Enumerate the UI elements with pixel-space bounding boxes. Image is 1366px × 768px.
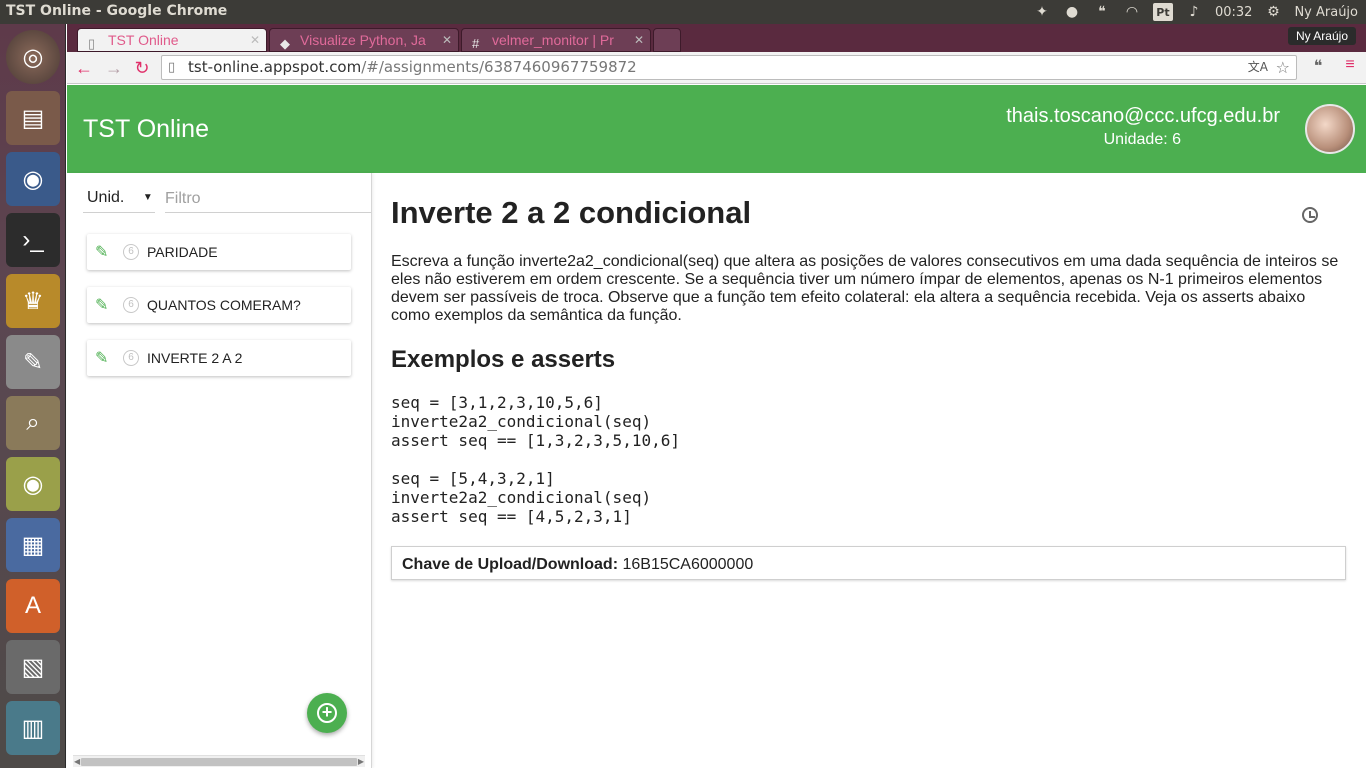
ubuntu-dash-icon[interactable]: ◎ xyxy=(6,30,60,84)
assignment-detail: Inverte 2 a 2 condicional Escreva a funç… xyxy=(391,173,1346,768)
tab-velmer-monitor[interactable]: # velmer_monitor | Pr ✕ xyxy=(461,28,651,52)
user-email: thais.toscano@ccc.ufcg.edu.br xyxy=(1006,105,1280,127)
unit-badge: 6 xyxy=(123,297,139,313)
writer-icon[interactable]: ▦ xyxy=(6,518,60,572)
software-center-icon[interactable]: A xyxy=(6,579,60,633)
teapot-icon[interactable]: ♛ xyxy=(6,274,60,328)
unit-select-value: Unid. xyxy=(87,189,125,206)
chat-icon[interactable]: ❝ xyxy=(1093,3,1111,21)
close-icon[interactable]: ✕ xyxy=(250,29,260,51)
page-icon: ▯ xyxy=(88,36,96,51)
close-icon[interactable]: ✕ xyxy=(634,29,644,51)
tab-title: Visualize Python, Ja xyxy=(300,32,426,48)
unit-select[interactable]: Unid. ▼ xyxy=(87,189,153,207)
assignment-card[interactable]: ✎ 6 INVERTE 2 A 2 xyxy=(87,340,351,376)
hash-icon: # xyxy=(472,36,480,51)
python-icon: ◆ xyxy=(280,36,290,51)
url-host: tst-online.appspot.com xyxy=(188,58,362,76)
close-icon[interactable]: ✕ xyxy=(442,29,452,51)
bookmark-star-icon[interactable]: ☆ xyxy=(1276,56,1290,79)
scrollbar-thumb[interactable] xyxy=(81,758,357,766)
clock-icon[interactable] xyxy=(1302,207,1318,223)
assignment-label: QUANTOS COMERAM? xyxy=(147,297,301,313)
gear-icon[interactable]: ⚙ xyxy=(1264,3,1282,21)
url-path: /#/assignments/6387460967759872 xyxy=(361,58,637,76)
app-header: TST Online thais.toscano@ccc.ufcg.edu.br… xyxy=(67,85,1366,173)
profile-chip[interactable]: Ny Araújo xyxy=(1287,27,1356,45)
user-unit: Unidade: 6 xyxy=(1103,131,1181,148)
wifi-icon[interactable]: ◠ xyxy=(1123,3,1141,21)
trash-icon[interactable]: ▥ xyxy=(6,701,60,755)
image-viewer-icon[interactable]: ⌕ xyxy=(6,396,60,450)
avatar[interactable] xyxy=(1305,104,1355,154)
assignment-card[interactable]: ✎ 6 QUANTOS COMERAM? xyxy=(87,287,351,323)
assignment-description: Escreva a função inverte2a2_condicional(… xyxy=(391,253,1339,324)
workspace-icon[interactable]: ▧ xyxy=(6,640,60,694)
assignment-label: INVERTE 2 A 2 xyxy=(147,350,243,366)
new-tab-button[interactable] xyxy=(653,28,681,52)
assignment-label: PARIDADE xyxy=(147,244,218,260)
keyboard-layout-indicator[interactable]: Pt xyxy=(1152,3,1173,21)
tab-title: velmer_monitor | Pr xyxy=(492,32,614,48)
chrome-launcher-icon[interactable]: ◉ xyxy=(6,152,60,206)
translate-icon[interactable]: 文A xyxy=(1248,56,1268,79)
tab-visualize-python[interactable]: ◆ Visualize Python, Ja ✕ xyxy=(269,28,459,52)
pencil-icon[interactable]: ✎ xyxy=(95,348,113,368)
upload-key-label: Chave de Upload/Download: xyxy=(402,556,619,573)
upload-key-box: Chave de Upload/Download: 16B15CA6000000 xyxy=(391,546,1346,580)
chrome-tray-icon[interactable]: ● xyxy=(1063,3,1081,21)
pencil-icon[interactable]: ✎ xyxy=(95,242,113,262)
forward-arrow-icon[interactable]: → xyxy=(103,57,125,79)
tab-strip: ▯ TST Online ✕ ◆ Visualize Python, Ja ✕ … xyxy=(77,26,683,52)
assignment-title: Inverte 2 a 2 condicional xyxy=(391,195,752,230)
volume-icon[interactable]: ♪ xyxy=(1185,3,1203,21)
browser-toolbar: ← → ↻ ▯ tst-online.appspot.com/#/assignm… xyxy=(67,52,1366,84)
dropbox-icon[interactable]: ✦ xyxy=(1033,3,1051,21)
assignment-sidebar: Unid. ▼ ✎ 6 PARIDADE ✎ 6 QUANTOS COMERAM… xyxy=(67,173,372,768)
app-title[interactable]: TST Online xyxy=(83,115,209,144)
tab-title: TST Online xyxy=(108,32,179,48)
horizontal-scrollbar[interactable]: ◀ ▶ xyxy=(73,755,365,767)
pencil-icon[interactable]: ✎ xyxy=(95,295,113,315)
scroll-right-arrow-icon[interactable]: ▶ xyxy=(358,757,364,766)
text-editor-icon[interactable]: ✎ xyxy=(6,335,60,389)
os-top-panel: TST Online - Google Chrome ✦ ● ❝ ◠ Pt ♪ … xyxy=(0,0,1366,24)
plus-icon: + xyxy=(317,703,337,723)
assignment-card[interactable]: ✎ 6 PARIDADE xyxy=(87,234,351,270)
system-tray: ✦ ● ❝ ◠ Pt ♪ 00:32 ⚙ Ny Araújo xyxy=(1033,0,1358,24)
filter-input[interactable] xyxy=(165,185,371,213)
extension-chat-icon[interactable]: ❝ xyxy=(1307,56,1329,78)
page-info-icon[interactable]: ▯ xyxy=(168,56,175,79)
reload-icon[interactable]: ↻ xyxy=(131,57,153,79)
clock[interactable]: 00:32 xyxy=(1215,5,1252,20)
code-examples: seq = [3,1,2,3,10,5,6] inverte2a2_condic… xyxy=(391,393,680,526)
browser-frame: ▯ TST Online ✕ ◆ Visualize Python, Ja ✕ … xyxy=(67,24,1366,84)
scroll-left-arrow-icon[interactable]: ◀ xyxy=(74,757,80,766)
window-title: TST Online - Google Chrome xyxy=(6,3,228,19)
back-arrow-icon[interactable]: ← xyxy=(73,57,95,79)
address-bar[interactable]: ▯ tst-online.appspot.com/#/assignments/6… xyxy=(161,55,1297,80)
speaker-icon[interactable]: ◉ xyxy=(6,457,60,511)
examples-heading: Exemplos e asserts xyxy=(391,346,616,373)
unity-launcher: ◎ ▤ ◉ ›_ ♛ ✎ ⌕ ◉ ▦ A ▧ ▥ xyxy=(0,24,66,768)
tab-tst-online[interactable]: ▯ TST Online ✕ xyxy=(77,28,267,52)
add-assignment-button[interactable]: + xyxy=(307,693,347,733)
menu-icon[interactable]: ≡ xyxy=(1339,56,1361,78)
session-user[interactable]: Ny Araújo xyxy=(1294,5,1358,20)
unit-badge: 6 xyxy=(123,244,139,260)
unit-badge: 6 xyxy=(123,350,139,366)
unit-select-underline xyxy=(83,212,155,213)
caret-down-icon: ▼ xyxy=(142,192,153,204)
upload-key-value[interactable]: 16B15CA6000000 xyxy=(622,556,753,573)
files-icon[interactable]: ▤ xyxy=(6,91,60,145)
terminal-icon[interactable]: ›_ xyxy=(6,213,60,267)
